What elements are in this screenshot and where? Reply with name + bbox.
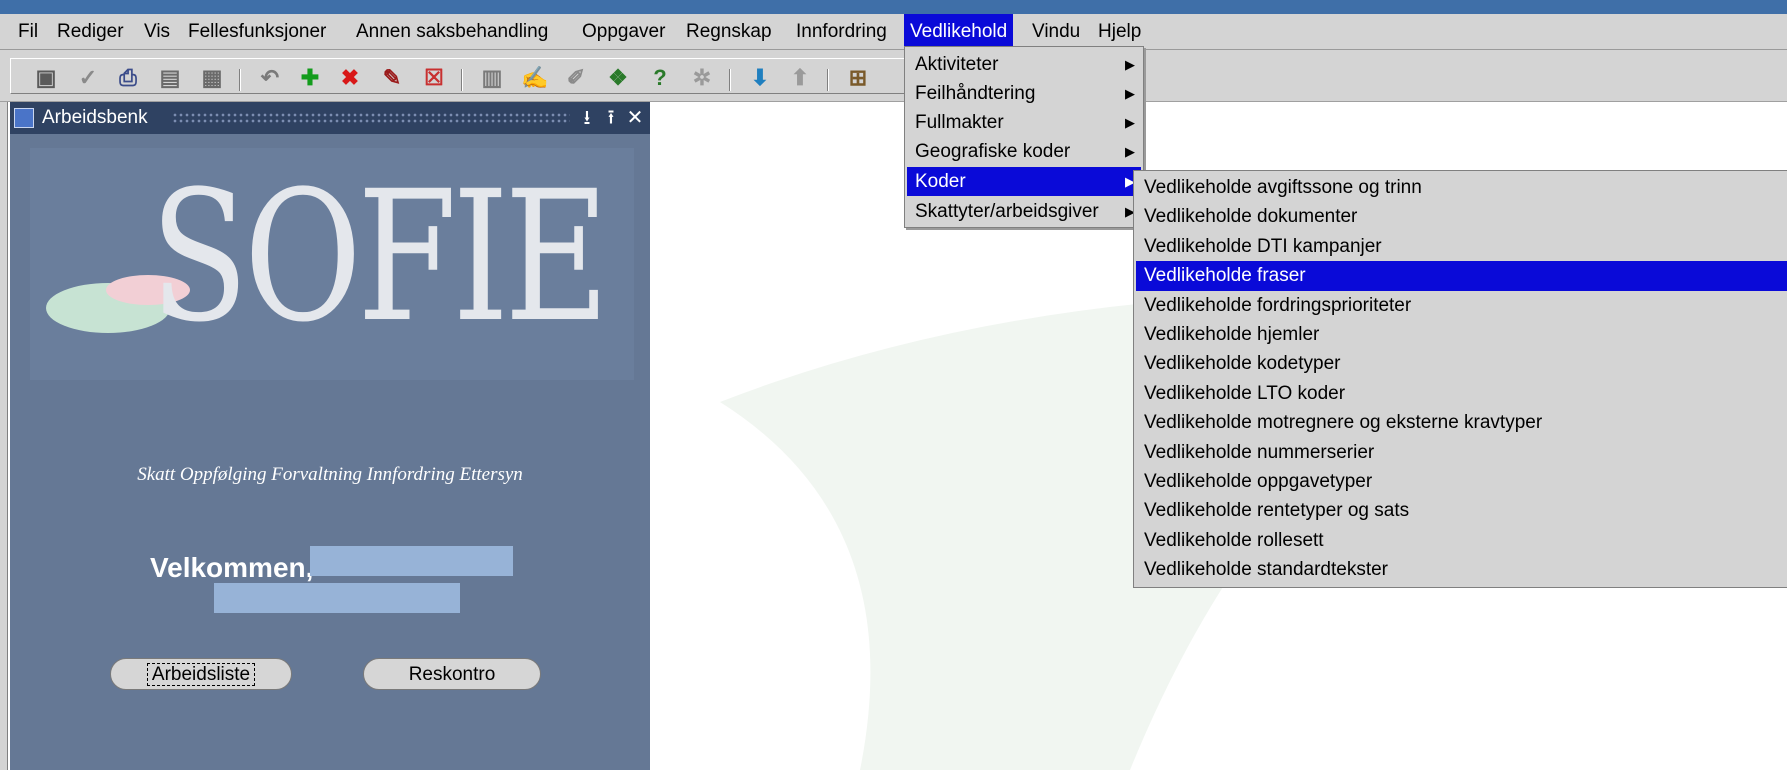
menu-item-feilhandtering[interactable]: Feilhåndtering ▶ [907, 79, 1141, 108]
list-icon[interactable]: ▤ [157, 65, 183, 91]
reskontro-label: Reskontro [408, 664, 496, 685]
minimize-icon[interactable]: ⭳ [576, 102, 598, 134]
submenu-item-dti-kampanjer[interactable]: Vedlikeholde DTI kampanjer [1136, 232, 1787, 261]
submenu-item-lto-koder[interactable]: Vedlikeholde LTO koder [1136, 379, 1787, 408]
menu-item-koder[interactable]: Koder ▶ [907, 167, 1141, 196]
menu-fil[interactable]: Fil [12, 14, 44, 50]
menu-vis[interactable]: Vis [138, 14, 176, 50]
sofie-logo-panel: SOFIE [30, 148, 634, 380]
submenu-item-fraser[interactable]: Vedlikeholde fraser [1136, 261, 1787, 291]
edit-icon[interactable]: ✍ [521, 65, 548, 91]
menu-item-aktiviteter[interactable]: Aktiviteter ▶ [907, 50, 1141, 79]
maximize-icon[interactable]: ⭱ [600, 102, 622, 134]
menu-regnskap[interactable]: Regnskap [680, 14, 778, 50]
query-icon[interactable]: ☒ [421, 65, 447, 91]
submenu-item-kodetyper[interactable]: Vedlikeholde kodetyper [1136, 349, 1787, 378]
clear-icon[interactable]: ✎ [379, 65, 405, 91]
toolbar-separator [239, 69, 241, 91]
close-icon[interactable]: ✕ [624, 102, 646, 134]
window-app-icon [14, 108, 34, 128]
menu-item-geografiske-koder[interactable]: Geografiske koder ▶ [907, 137, 1141, 166]
submenu-item-rollesett[interactable]: Vedlikeholde rollesett [1136, 526, 1787, 555]
tagline: Skatt Oppfølging Forvaltning Innfordring… [137, 464, 523, 485]
submenu-item-hjemler[interactable]: Vedlikeholde hjemler [1136, 320, 1787, 349]
submenu-item-nummerserier[interactable]: Vedlikeholde nummerserier [1136, 438, 1787, 467]
logo-text: SOFIE [150, 153, 609, 362]
submenu-item-motregnere[interactable]: Vedlikeholde motregnere og eksterne krav… [1136, 408, 1787, 437]
welcome-text: Velkommen, [150, 552, 314, 583]
save-icon[interactable]: ▣ [33, 65, 59, 91]
submenu-arrow-icon: ▶ [1125, 144, 1135, 159]
toolbar-separator [461, 69, 463, 91]
menu-bar: Fil Rediger Vis Fellesfunksjoner Annen s… [0, 14, 1787, 50]
help-icon[interactable]: ? [647, 65, 673, 91]
print-icon[interactable]: ⎙ [115, 65, 141, 91]
help-search-icon[interactable]: ❖ [605, 65, 631, 91]
menu-rediger[interactable]: Rediger [51, 14, 130, 50]
reskontro-button[interactable]: Reskontro [363, 658, 541, 690]
toolbar-separator [827, 69, 829, 91]
pen-icon[interactable]: ✐ [563, 65, 589, 91]
window-title: Arbeidsbenk [42, 107, 148, 128]
tools-icon[interactable]: ✲ [689, 65, 715, 91]
submenu-arrow-icon: ▶ [1125, 115, 1135, 130]
menu-fellesfunksjoner[interactable]: Fellesfunksjoner [182, 14, 332, 50]
arrow-up-icon[interactable]: ⬆ [787, 65, 813, 91]
delete-record-icon[interactable]: ✖ [337, 65, 363, 91]
menu-hjelp[interactable]: Hjelp [1092, 14, 1147, 50]
submenu-item-rentetyper[interactable]: Vedlikeholde rentetyper og sats [1136, 496, 1787, 525]
submenu-item-dokumenter[interactable]: Vedlikeholde dokumenter [1136, 202, 1787, 231]
app-title-strip [0, 0, 1787, 14]
arbeidsliste-button[interactable]: Arbeidsliste [110, 658, 292, 690]
submenu-arrow-icon: ▶ [1125, 86, 1135, 101]
vedlikehold-dropdown: Aktiviteter ▶ Feilhåndtering ▶ Fullmakter ▶… [904, 46, 1144, 228]
submenu-item-oppgavetyper[interactable]: Vedlikeholde oppgavetyper [1136, 467, 1787, 496]
toolbar-group: ▣ ✓ ⎙ ▤ ▦ ↶ ✚ ✖ ✎ ☒ ▥ ✍ ✐ ❖ ? ✲ ⬇ ⬆ ⊞ [10, 58, 1030, 94]
menu-annen-saksbehandling[interactable]: Annen saksbehandling [350, 14, 554, 50]
form-icon[interactable]: ▦ [199, 65, 225, 91]
arbeidsbenk-titlebar[interactable]: Arbeidsbenk ⭳ ⭱ ✕ [10, 102, 650, 134]
titlebar-grip [172, 112, 570, 124]
checkmark-icon[interactable]: ✓ [75, 65, 101, 91]
submenu-arrow-icon: ▶ [1125, 57, 1135, 72]
toolbar: ▣ ✓ ⎙ ▤ ▦ ↶ ✚ ✖ ✎ ☒ ▥ ✍ ✐ ❖ ? ✲ ⬇ ⬆ ⊞ [0, 50, 1787, 102]
menu-innfordring[interactable]: Innfordring [790, 14, 893, 50]
menu-oppgaver[interactable]: Oppgaver [576, 14, 671, 50]
undo-icon[interactable]: ↶ [257, 65, 283, 91]
execute-query-icon[interactable]: ▥ [479, 65, 505, 91]
menu-item-skattyter-arbeidsgiver[interactable]: Skattyter/arbeidsgiver ▶ [907, 197, 1141, 226]
submenu-item-standardtekster[interactable]: Vedlikeholde standardtekster [1136, 555, 1787, 584]
arbeidsbenk-window: Arbeidsbenk ⭳ ⭱ ✕ SOFIE Skatt Oppfølging… [10, 102, 650, 770]
menu-item-fullmakter[interactable]: Fullmakter ▶ [907, 108, 1141, 137]
window-frame-edge [0, 102, 8, 770]
submenu-item-fordringsprioriteter[interactable]: Vedlikeholde fordringsprioriteter [1136, 291, 1787, 320]
submenu-item-avgiftssone[interactable]: Vedlikeholde avgiftssone og trinn [1136, 173, 1787, 202]
menu-vindu[interactable]: Vindu [1026, 14, 1086, 50]
redacted-user-name [310, 546, 513, 576]
menu-vedlikehold[interactable]: Vedlikehold [904, 14, 1014, 50]
koder-submenu: Vedlikeholde avgiftssone og trinn Vedlik… [1133, 170, 1787, 588]
arbeidsliste-label: Arbeidsliste [146, 663, 256, 686]
hierarchy-icon[interactable]: ⊞ [845, 65, 871, 91]
toolbar-separator [729, 69, 731, 91]
arrow-down-icon[interactable]: ⬇ [747, 65, 773, 91]
redacted-user-unit [214, 583, 460, 613]
insert-record-icon[interactable]: ✚ [297, 65, 323, 91]
